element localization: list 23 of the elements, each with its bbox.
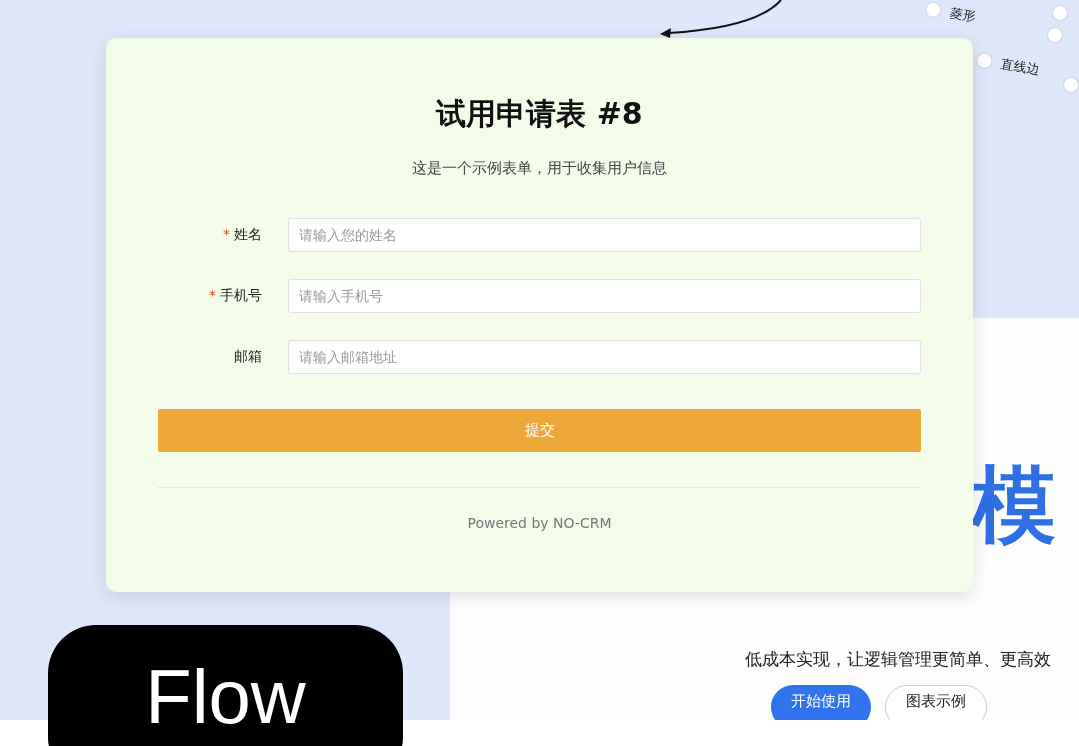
field-label: 手机号 [220,287,262,305]
field-label: 姓名 [234,226,262,244]
tagline: 低成本实现，让逻辑管理更简单、更高效 [745,648,1051,671]
form-title: 试用申请表 #8 [436,95,643,133]
option-label: 直线边 [999,54,1042,80]
hero-title: 模 [972,463,1056,547]
node-dot [925,1,942,18]
required-mark: * [209,287,216,305]
node-dot [1048,28,1062,42]
input-field[interactable]: 请输入您的姓名 [288,218,921,252]
logo-text: Flow [145,659,306,735]
node-dot [1053,6,1067,20]
start-button[interactable]: 开始使用 [771,685,871,720]
node-dot [976,52,993,69]
footer-text: Powered by NO-CRM [467,515,612,531]
required-mark: * [223,226,230,244]
form-description: 这是一个示例表单，用于收集用户信息 [412,159,667,178]
option-label: 菱形 [948,3,978,27]
field-label: 邮箱 [234,348,262,366]
input-field[interactable]: 请输入邮箱地址 [288,340,921,374]
node-dot [1064,78,1078,92]
input-field[interactable]: 请输入手机号 [288,279,921,313]
examples-button[interactable]: 图表示例 [885,685,987,720]
